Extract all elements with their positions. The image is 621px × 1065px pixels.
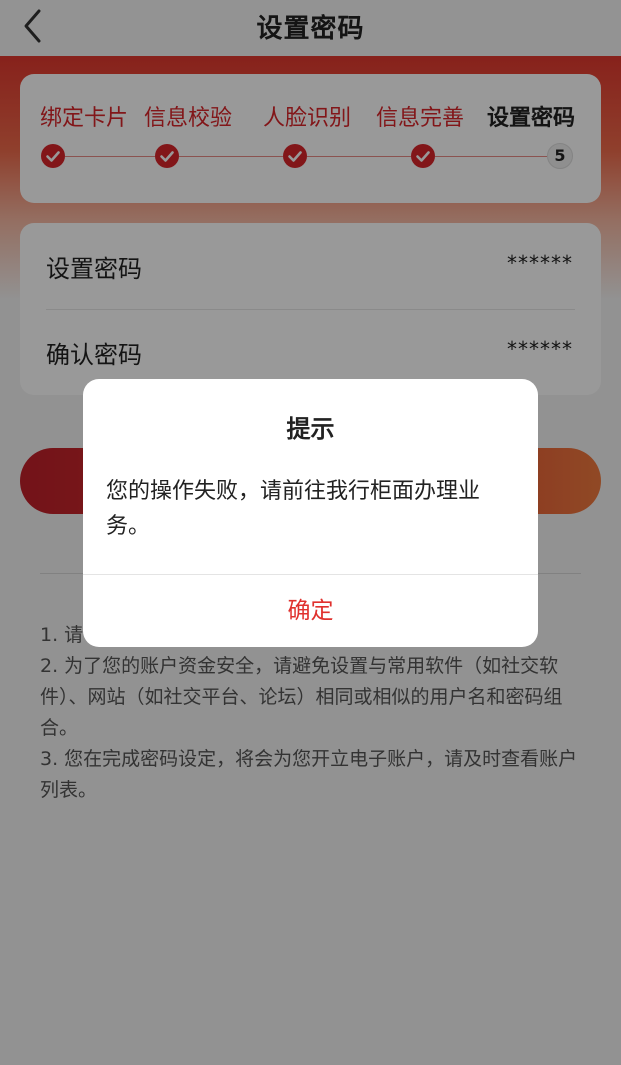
dialog-message: 您的操作失败，请前往我行柜面办理业务。 bbox=[106, 479, 481, 539]
alert-dialog: 提示 您的操作失败，请前往我行柜面办理业务。 确定 bbox=[83, 379, 538, 647]
dialog-title: 提示 bbox=[286, 415, 335, 443]
dialog-confirm-button[interactable]: 确定 bbox=[83, 575, 538, 647]
